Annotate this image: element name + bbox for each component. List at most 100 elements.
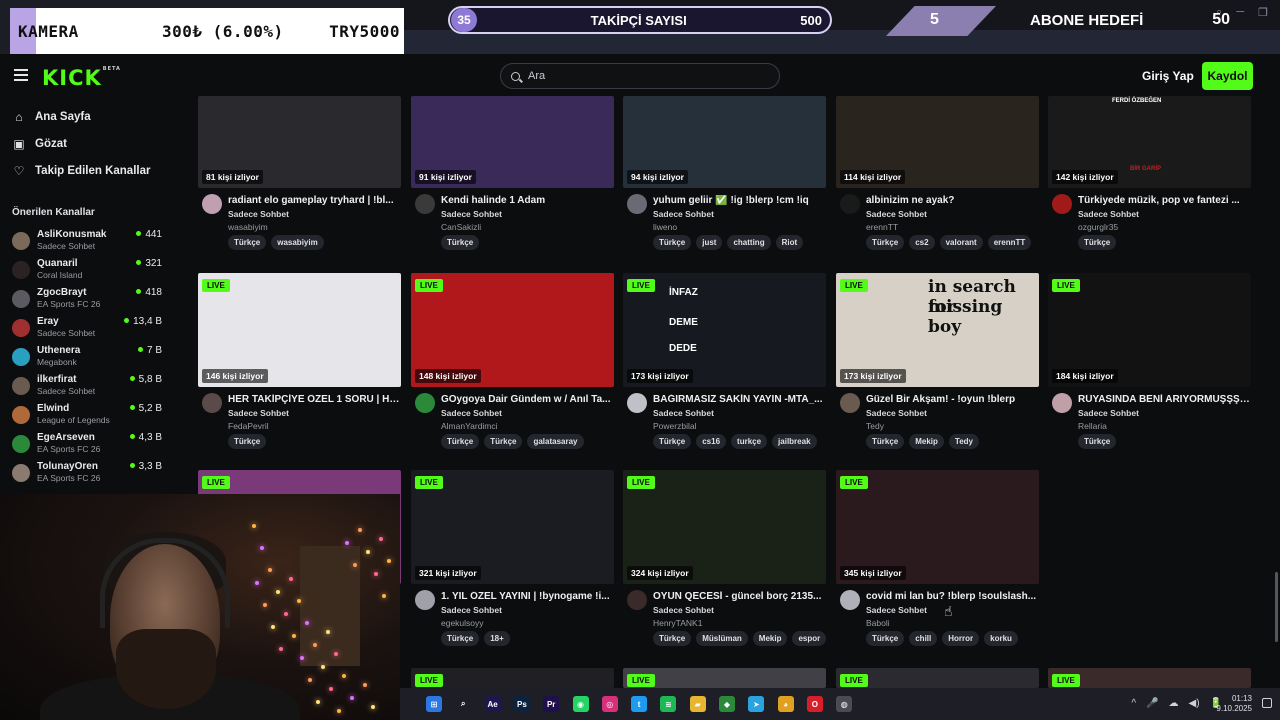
tag[interactable]: Türkçe [866,434,905,449]
volume-icon[interactable]: ◀) [1189,698,1200,709]
stream-category[interactable]: Sadece Sohbet [228,408,289,418]
streamer-avatar[interactable] [840,393,860,413]
network-icon[interactable]: ☁ [1169,698,1179,709]
tag[interactable]: korku [984,631,1018,646]
instagram-icon[interactable]: ◎ [601,696,618,712]
stream-category[interactable]: Sadece Sohbet [441,209,502,219]
stream-thumbnail[interactable]: LIVE [1048,668,1251,688]
stream-title[interactable]: radiant elo gameplay tryhard | !bl... [228,195,400,206]
tag[interactable]: Türkçe [441,631,480,646]
stream-thumbnail[interactable]: LIVE 148 kişi izliyor [411,273,614,387]
stream-category[interactable]: Sadece Sohbet [441,605,502,615]
chrome-icon[interactable]: ◕ [777,696,794,712]
streamer-avatar[interactable] [202,393,222,413]
recommended-channel[interactable]: EgeArseven EA Sports FC 26 4,3 B [12,431,162,457]
premiere-icon[interactable]: Pr [543,696,560,712]
tag[interactable]: Türkçe [228,434,267,449]
streamer-name[interactable]: CanSakizli [441,222,481,232]
tag[interactable]: Türkçe [653,631,692,646]
stream-thumbnail[interactable]: LIVE 146 kişi izliyor [198,273,401,387]
microphone-icon[interactable]: 🎤 [1146,698,1158,709]
tag[interactable]: Riot [775,235,804,250]
stream-title[interactable]: Güzel Bir Akşam! - !oyun !blerp [866,394,1038,405]
notification-icon[interactable] [1262,698,1272,708]
tag[interactable]: Türkçe [653,434,692,449]
telegram-icon[interactable]: ➤ [748,696,765,712]
stream-title[interactable]: albinizim ne ayak? [866,195,1038,206]
streamer-name[interactable]: erennTT [866,222,898,232]
streamer-avatar[interactable] [415,194,435,214]
recommended-channel[interactable]: TolunayOren EA Sports FC 26 3,3 B [12,460,162,486]
tag[interactable]: just [696,235,723,250]
stream-thumbnail[interactable]: 91 kişi izliyor [411,96,614,188]
photoshop-icon[interactable]: Ps [513,696,530,712]
stream-title[interactable]: HER TAKİPÇİYE ÖZEL 1 SORU | HE... [228,394,400,405]
tag[interactable]: Türkçe [866,235,905,250]
streamer-name[interactable]: AlmanYardimci [441,421,498,431]
tray-overflow-icon[interactable]: ^ [1131,698,1136,709]
stream-thumbnail[interactable]: LIVE [411,668,614,688]
recommended-channel[interactable]: ZgocBrayt EA Sports FC 26 418 [12,286,162,312]
stream-category[interactable]: Sadece Sohbet [866,408,927,418]
whatsapp-icon[interactable]: ◉ [572,696,589,712]
recommended-channel[interactable]: Eray Sadece Sohbet 13,4 B [12,315,162,341]
stream-category[interactable]: Sadece Sohbet [653,209,714,219]
stream-thumbnail[interactable]: LIVE 173 kişi izliyor İNFAZ DEME DEDE [623,273,826,387]
tag[interactable]: cs2 [909,235,935,250]
stream-thumbnail[interactable]: LIVE [623,668,826,688]
streamer-avatar[interactable] [415,393,435,413]
tag[interactable]: Türkçe [866,631,905,646]
recommended-channel[interactable]: ilkerfirat Sadece Sohbet 5,8 B [12,373,162,399]
streamer-avatar[interactable] [415,590,435,610]
menu-icon[interactable] [14,69,28,81]
stream-category[interactable]: Sadece Sohbet [866,605,927,615]
stream-title[interactable]: 1. YIL ÖZEL YAYINI | !bynogame !i... [441,591,613,602]
sidebar-item-following[interactable]: ♡ Takip Edilen Kanallar [12,161,151,181]
tag[interactable]: Türkçe [653,235,692,250]
stream-title[interactable]: GOygoya Dair Gündem w / Anıl Ta... [441,394,613,405]
tag[interactable]: chill [909,631,938,646]
tag[interactable]: Türkçe [1078,434,1117,449]
streamer-name[interactable]: ozgurglr35 [1078,222,1118,232]
streamer-name[interactable]: FedaPevril [228,421,269,431]
stream-thumbnail[interactable]: 94 kişi izliyor [623,96,826,188]
stream-title[interactable]: yuhum geliir ✅ !ig !blerp !cm !iq [653,195,825,206]
stream-thumbnail[interactable]: LIVE 321 kişi izliyor [411,470,614,584]
tag[interactable]: chatting [727,235,771,250]
streamer-name[interactable]: liweno [653,222,677,232]
tag[interactable]: Türkçe [484,434,523,449]
streamer-avatar[interactable] [1052,393,1072,413]
streamer-avatar[interactable] [840,590,860,610]
sidebar-item-browse[interactable]: ▣ Gözat [12,134,67,154]
stream-title[interactable]: RÜYASINDA BENİ ARIYORMUŞŞŞ ... [1078,394,1250,405]
streamer-avatar[interactable] [627,393,647,413]
stream-thumbnail[interactable]: 114 kişi izliyor [836,96,1039,188]
tag[interactable]: Horror [942,631,980,646]
kick-logo[interactable]: KICKBETA [42,66,121,90]
obs-icon[interactable]: ◍ [836,696,853,712]
recommended-channel[interactable]: AsliKonusmak Sadece Sohbet 441 [12,228,162,254]
streamer-name[interactable]: Tedy [866,421,884,431]
stream-category[interactable]: Sadece Sohbet [1078,408,1139,418]
streamer-name[interactable]: Rellaria [1078,421,1107,431]
streamer-name[interactable]: Powerzbilal [653,421,696,431]
streamer-name[interactable]: Baboli [866,618,890,628]
tag[interactable]: Mekip [752,631,788,646]
windows-start-icon[interactable]: ⊞ [426,696,442,712]
login-button[interactable]: Giriş Yap [1134,65,1202,87]
stream-thumbnail[interactable]: 81 kişi izliyor [198,96,401,188]
stream-category[interactable]: Sadece Sohbet [653,408,714,418]
spotify-icon[interactable]: ≋ [660,696,677,712]
streamer-avatar[interactable] [202,194,222,214]
recommended-channel[interactable]: Uthenera Megabonk 7 B [12,344,162,370]
streamer-avatar[interactable] [627,590,647,610]
tag[interactable]: espor [792,631,827,646]
stream-category[interactable]: Sadece Sohbet [653,605,714,615]
opera-icon[interactable]: O [806,696,823,712]
recommended-channel[interactable]: Elwind League of Legends 5,2 B [12,402,162,428]
tag[interactable]: wasabiyim [271,235,324,250]
stream-title[interactable]: Türkiyede müzik, pop ve fantezi ... [1078,195,1250,206]
stream-thumbnail[interactable]: LIVE [836,668,1039,688]
sidebar-item-home[interactable]: ⌂ Ana Sayfa [12,107,90,127]
tag[interactable]: Müslüman [696,631,748,646]
